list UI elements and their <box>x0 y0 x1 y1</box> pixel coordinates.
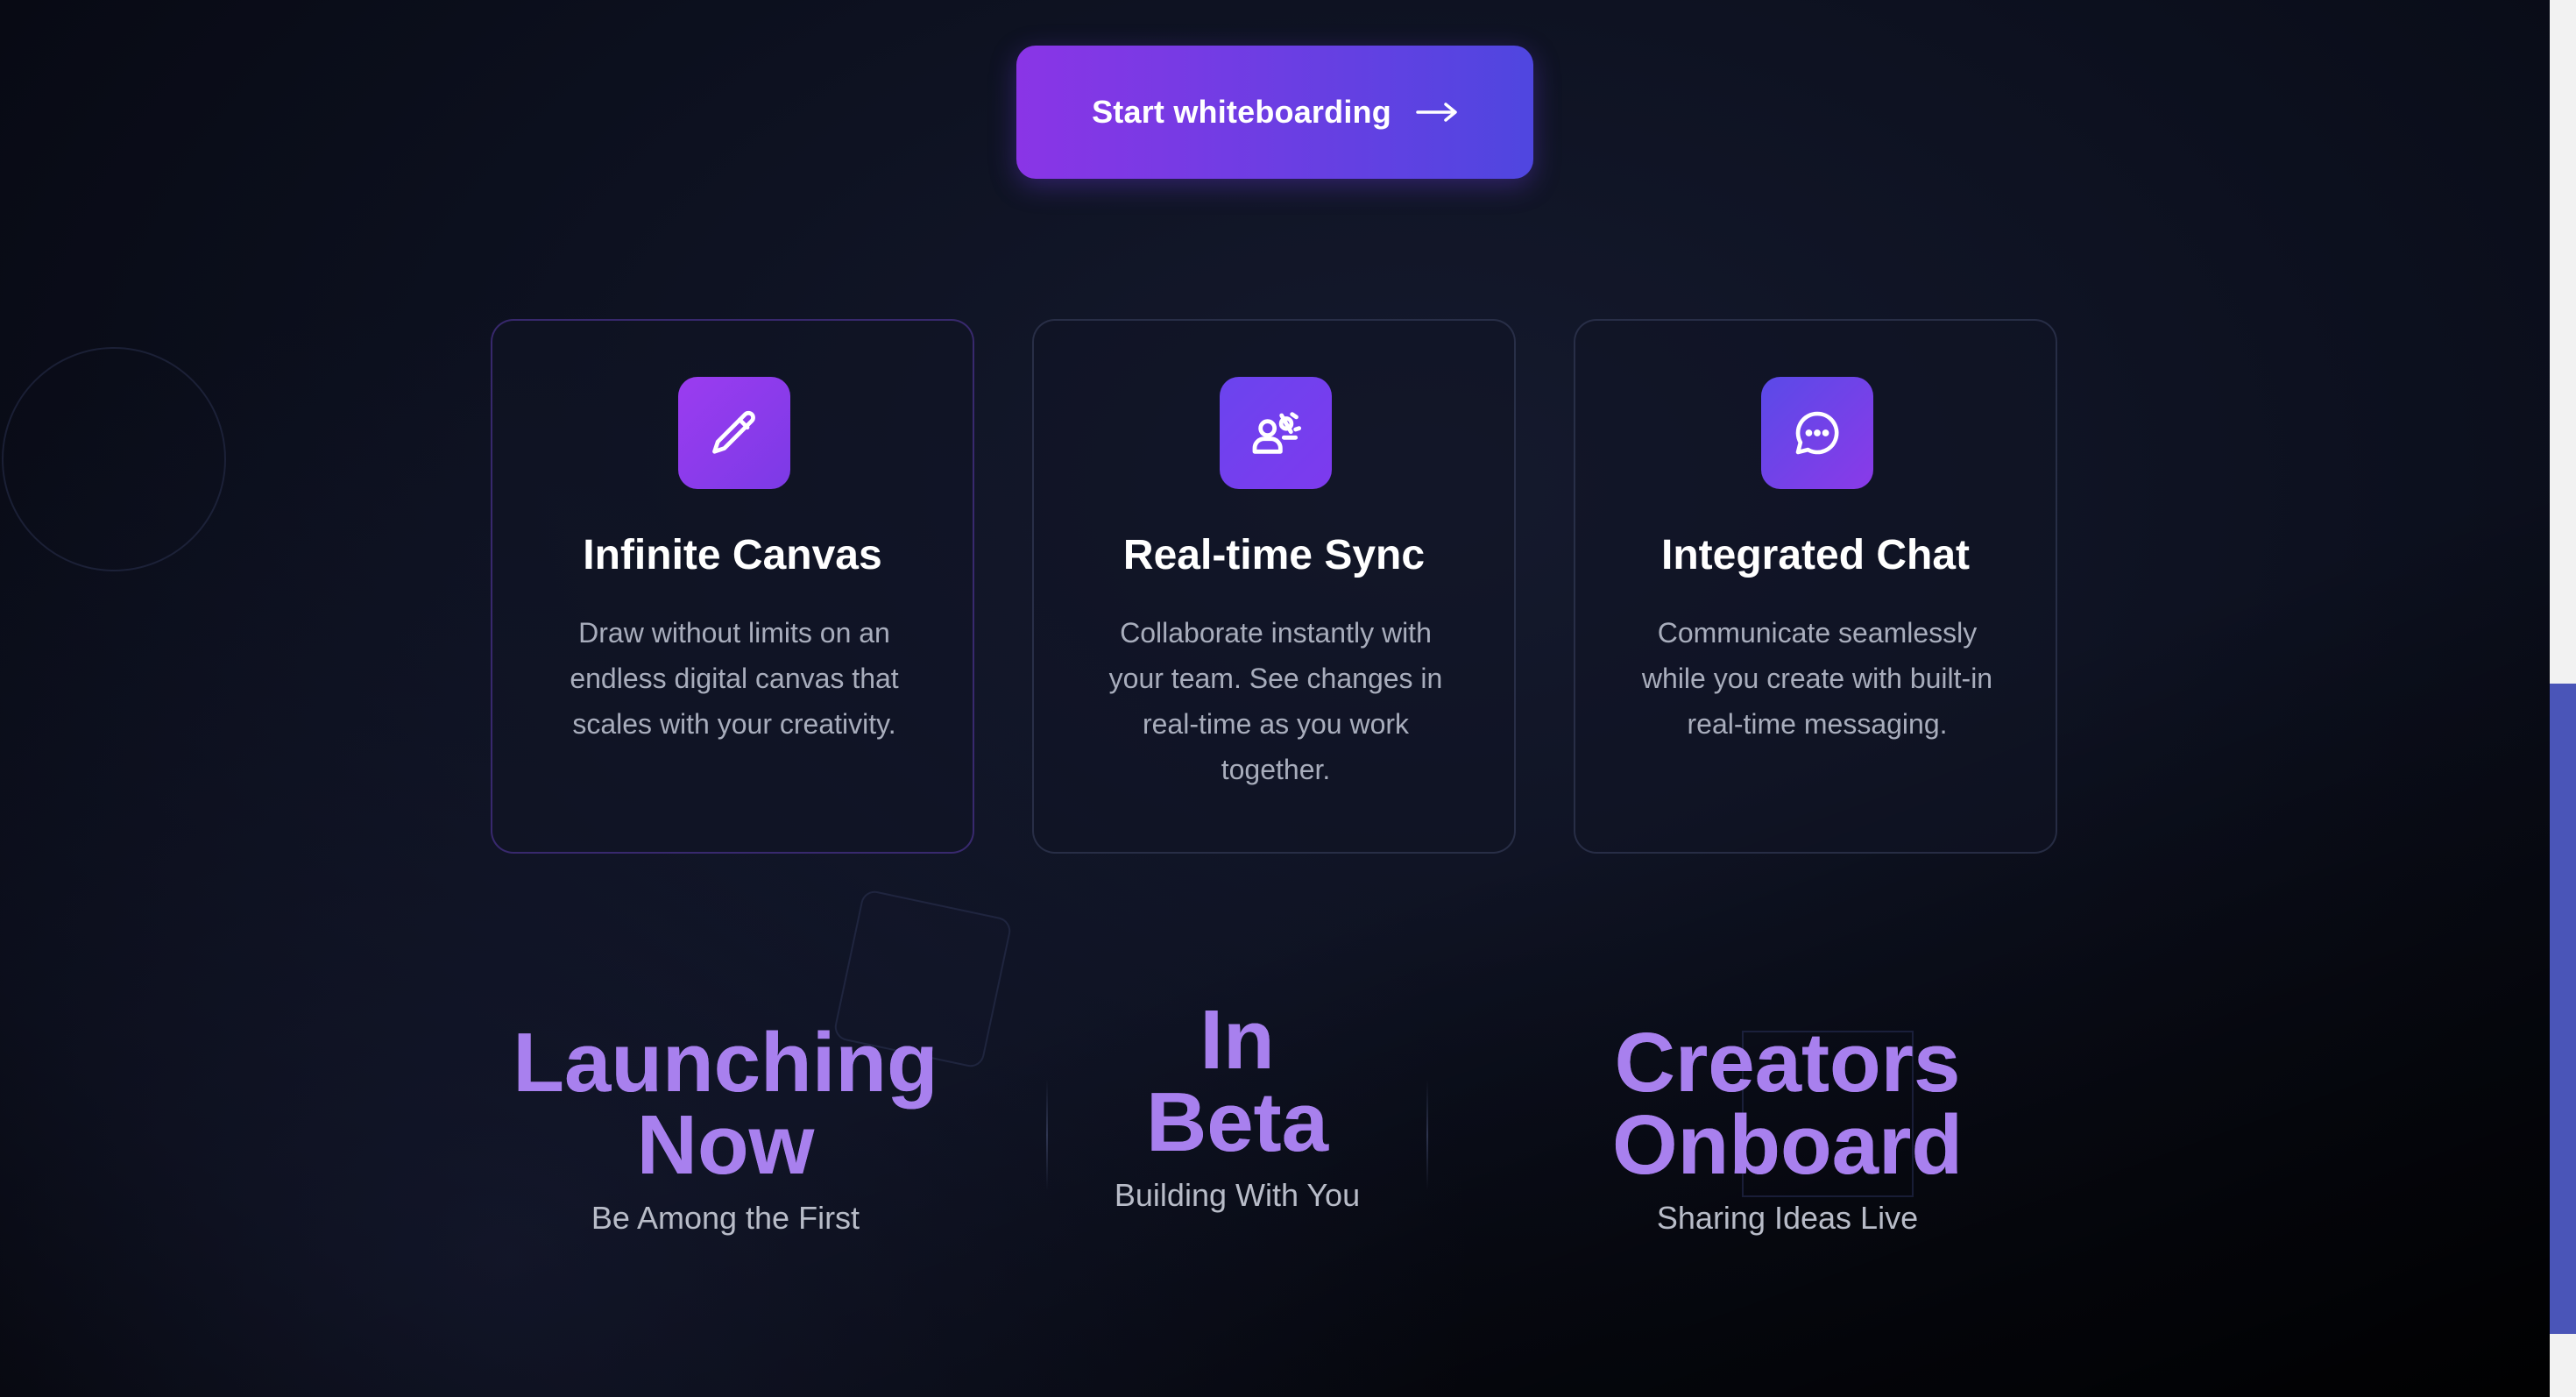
start-whiteboarding-label: Start whiteboarding <box>1092 94 1391 130</box>
stat-value-line1: Creators <box>1614 1016 1961 1110</box>
pencil-icon <box>678 377 790 489</box>
stat-creators-onboard: Creators Onboard Sharing Ideas Live <box>1542 1016 2033 1243</box>
feature-description: Collaborate instantly with your team. Se… <box>1108 617 1443 785</box>
stat-value-line2: Onboard <box>1612 1098 1963 1192</box>
arrow-right-icon <box>1416 102 1458 123</box>
stat-divider <box>1046 1080 1048 1190</box>
stat-value: Creators Onboard <box>1542 1016 2033 1192</box>
feature-title: Integrated Chat <box>1660 532 1971 578</box>
decorative-circle <box>2 347 226 571</box>
stat-value: In Beta <box>1106 993 1369 1169</box>
scrollbar-thumb[interactable] <box>2550 684 2576 1334</box>
stat-in-beta: In Beta Building With You <box>1106 993 1369 1220</box>
feature-card-infinite-canvas: Infinite Canvas Draw without limits on a… <box>491 319 974 854</box>
stat-value-line2: Now <box>636 1098 815 1192</box>
landing-page: Start whiteboarding Infinite Canvas Draw… <box>0 0 2550 1397</box>
scrollbar[interactable] <box>2550 0 2576 1397</box>
stat-divider <box>1426 1080 1428 1190</box>
feature-description: Draw without limits on an endless digita… <box>570 617 899 740</box>
stat-caption: Building With You <box>1114 1177 1361 1213</box>
feature-card-integrated-chat: Integrated Chat Communicate seamlessly w… <box>1574 319 2057 854</box>
stat-caption: Sharing Ideas Live <box>1656 1200 1919 1236</box>
stat-value-line1: In <box>1200 993 1275 1087</box>
start-whiteboarding-button[interactable]: Start whiteboarding <box>1016 46 1533 179</box>
feature-title: Infinite Canvas <box>583 532 882 578</box>
chat-bubble-icon <box>1761 377 1873 489</box>
stat-value: Launching Now <box>480 1016 971 1192</box>
stat-value-line2: Beta <box>1145 1075 1329 1169</box>
stat-launching-now: Launching Now Be Among the First <box>480 1016 971 1243</box>
stat-value-line1: Launching <box>513 1016 938 1110</box>
stat-caption: Be Among the First <box>591 1200 860 1236</box>
feature-card-real-time-sync: Real-time Sync Collaborate instantly wit… <box>1032 319 1516 854</box>
users-sync-icon <box>1220 377 1332 489</box>
feature-title: Real-time Sync <box>1122 532 1426 578</box>
feature-description: Communicate seamlessly while you create … <box>1641 617 1993 740</box>
